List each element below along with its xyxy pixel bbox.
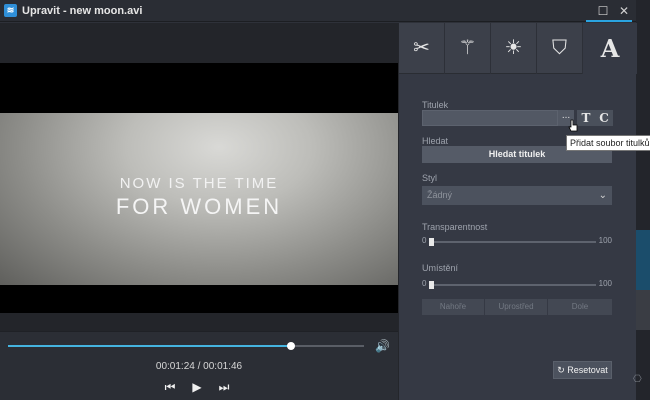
edit-panel: ✂ ⚚ ☀ ⛉ A Titulek ... T C Hledat Hledat … xyxy=(398,23,637,400)
seek-bar-fill xyxy=(8,345,292,347)
tab-effects[interactable]: ⚚ xyxy=(445,23,491,74)
text-icon: A xyxy=(600,34,620,63)
position-max: 100 xyxy=(598,279,612,288)
transparency-min: 0 xyxy=(422,236,427,245)
camera-icon[interactable]: ⎔ xyxy=(633,374,642,385)
playback-controls: 🔊 00:01:24 / 00:01:46 ⏮ ▶ ⏭ xyxy=(0,331,398,400)
scissors-icon: ✂ xyxy=(413,37,430,59)
next-frame-button[interactable]: ⏭ xyxy=(215,380,233,395)
letterbox-top xyxy=(0,63,398,113)
accent-line xyxy=(586,20,632,22)
style-selected-value: Žádný xyxy=(427,190,453,200)
video-caption-line2: FOR WOMEN xyxy=(115,194,283,219)
position-min: 0 xyxy=(422,279,427,288)
subtitle-t-button[interactable]: T xyxy=(577,110,595,126)
chevron-down-icon: ⌄ xyxy=(598,190,607,201)
timecode: 00:01:24 / 00:01:46 xyxy=(155,361,243,372)
app-icon: ≋ xyxy=(4,4,17,17)
tab-trim[interactable]: ✂ xyxy=(399,23,445,74)
tab-adjust[interactable]: ☀ xyxy=(491,23,537,74)
position-bottom-button[interactable]: Dole xyxy=(548,299,612,315)
close-icon[interactable]: ✕ xyxy=(616,3,632,19)
subtitle-label: Titulek xyxy=(422,100,449,110)
mouse-cursor-icon xyxy=(568,119,578,132)
tab-subtitles[interactable]: A xyxy=(583,23,637,74)
position-buttons: Nahoře Uprostřed Dole xyxy=(422,299,612,315)
seek-bar[interactable] xyxy=(8,342,364,350)
position-track[interactable] xyxy=(429,281,596,289)
background-strip xyxy=(636,0,650,400)
position-slider[interactable]: 0 100 xyxy=(422,279,612,291)
subtitle-tooltip: Přidat soubor titulků xyxy=(566,135,650,151)
stamp-icon: ⛉ xyxy=(552,37,567,59)
style-dropdown[interactable]: Žádný ⌄ xyxy=(422,186,612,205)
transparency-label: Transparentnost xyxy=(422,222,488,232)
reset-label: Resetovat xyxy=(567,365,608,375)
previous-frame-button[interactable]: ⏮ xyxy=(161,380,179,395)
seek-bar-handle[interactable] xyxy=(287,342,296,350)
play-button[interactable]: ▶ xyxy=(188,380,206,394)
video-caption-line1: NOW IS THE TIME xyxy=(119,175,279,192)
transparency-track[interactable] xyxy=(429,238,596,246)
subtitle-file-field[interactable] xyxy=(422,110,558,126)
position-label: Umístění xyxy=(422,263,459,273)
maximize-icon[interactable]: ☐ xyxy=(595,3,611,19)
edit-window: ≋ Upravit - new moon.avi ☐ ✕ NOW IS THE … xyxy=(0,0,650,400)
reset-button[interactable]: ↻ Resetovat xyxy=(553,361,612,379)
letterbox-bottom xyxy=(0,285,398,313)
tab-watermark[interactable]: ⛉ xyxy=(537,23,583,74)
video-preview[interactable]: NOW IS THE TIME FOR WOMEN xyxy=(0,23,398,331)
transparency-max: 100 xyxy=(598,236,612,245)
magic-wand-icon: ⚚ xyxy=(458,37,477,59)
volume-icon[interactable]: 🔊 xyxy=(375,339,390,353)
position-middle-button[interactable]: Uprostřed xyxy=(485,299,548,315)
title-bar: ≋ Upravit - new moon.avi ☐ ✕ xyxy=(0,0,636,22)
transparency-slider[interactable]: 0 100 xyxy=(422,236,612,248)
style-label: Styl xyxy=(422,173,438,183)
window-title: Upravit - new moon.avi xyxy=(22,5,143,17)
search-label: Hledat xyxy=(422,136,449,146)
position-top-button[interactable]: Nahoře xyxy=(422,299,485,315)
subtitle-c-button[interactable]: C xyxy=(595,110,613,126)
reset-icon: ↻ xyxy=(557,365,565,375)
position-handle[interactable] xyxy=(429,281,434,289)
transparency-handle[interactable] xyxy=(429,238,434,246)
tool-tabs: ✂ ⚚ ☀ ⛉ A xyxy=(399,23,637,74)
brightness-icon: ☀ xyxy=(504,37,523,59)
